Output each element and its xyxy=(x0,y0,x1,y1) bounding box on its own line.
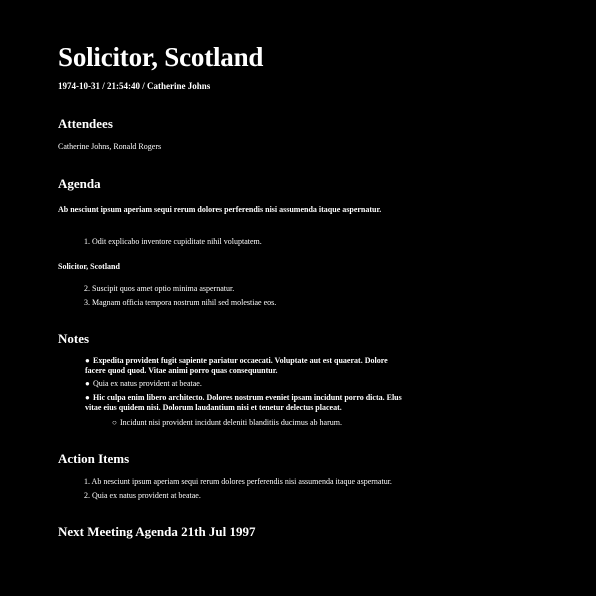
action-item-2: 2. Quia ex natus provident at beatae. xyxy=(84,491,201,500)
notes-item-2: ● Quia ex natus provident at beatae. xyxy=(85,379,405,389)
notes-item-text: Quia ex natus provident at beatae. xyxy=(93,379,202,388)
next-meeting-heading: Next Meeting Agenda 21th Jul 1997 xyxy=(58,524,256,539)
notes-heading: Notes xyxy=(58,331,90,346)
notes-sub-item-1: ○ Incidunt nisi provident incidunt delen… xyxy=(112,418,342,427)
bullet-icon: ● xyxy=(85,356,90,365)
document-title: Solicitor, Scotland xyxy=(58,42,264,72)
attendees-list: Catherine Johns, Ronald Rogers xyxy=(58,142,162,151)
notes-item-text: Expedita provident fugit sapiente pariat… xyxy=(85,356,388,375)
notes-item-1: ● Expedita provident fugit sapiente pari… xyxy=(85,356,405,376)
sub-bullet-icon: ○ xyxy=(112,418,117,427)
action-items-heading: Action Items xyxy=(58,451,130,466)
agenda-heading: Agenda xyxy=(58,176,101,191)
bullet-icon: ● xyxy=(85,393,90,402)
document-meta: 1974-10-31 / 21:54:40 / Catherine Johns xyxy=(58,81,211,91)
agenda-item-3: 3. Magnam officia tempora nostrum nihil … xyxy=(84,298,277,307)
agenda-item-1: 1. Odit explicabo inventore cupiditate n… xyxy=(84,237,262,246)
agenda-subheading: Solicitor, Scotland xyxy=(58,262,120,271)
notes-item-3: ● Hic culpa enim libero architecto. Dolo… xyxy=(85,393,405,413)
attendees-heading: Attendees xyxy=(58,116,113,131)
action-item-1: 1. Ab nesciunt ipsum aperiam sequi rerum… xyxy=(84,477,392,486)
bullet-icon: ● xyxy=(85,379,90,388)
notes-sub-item-text: Incidunt nisi provident incidunt delenit… xyxy=(120,418,342,427)
notes-item-text: Hic culpa enim libero architecto. Dolore… xyxy=(85,393,402,412)
agenda-intro: Ab nesciunt ipsum aperiam sequi rerum do… xyxy=(58,205,382,214)
agenda-item-2: 2. Suscipit quos amet optio minima asper… xyxy=(84,284,235,293)
